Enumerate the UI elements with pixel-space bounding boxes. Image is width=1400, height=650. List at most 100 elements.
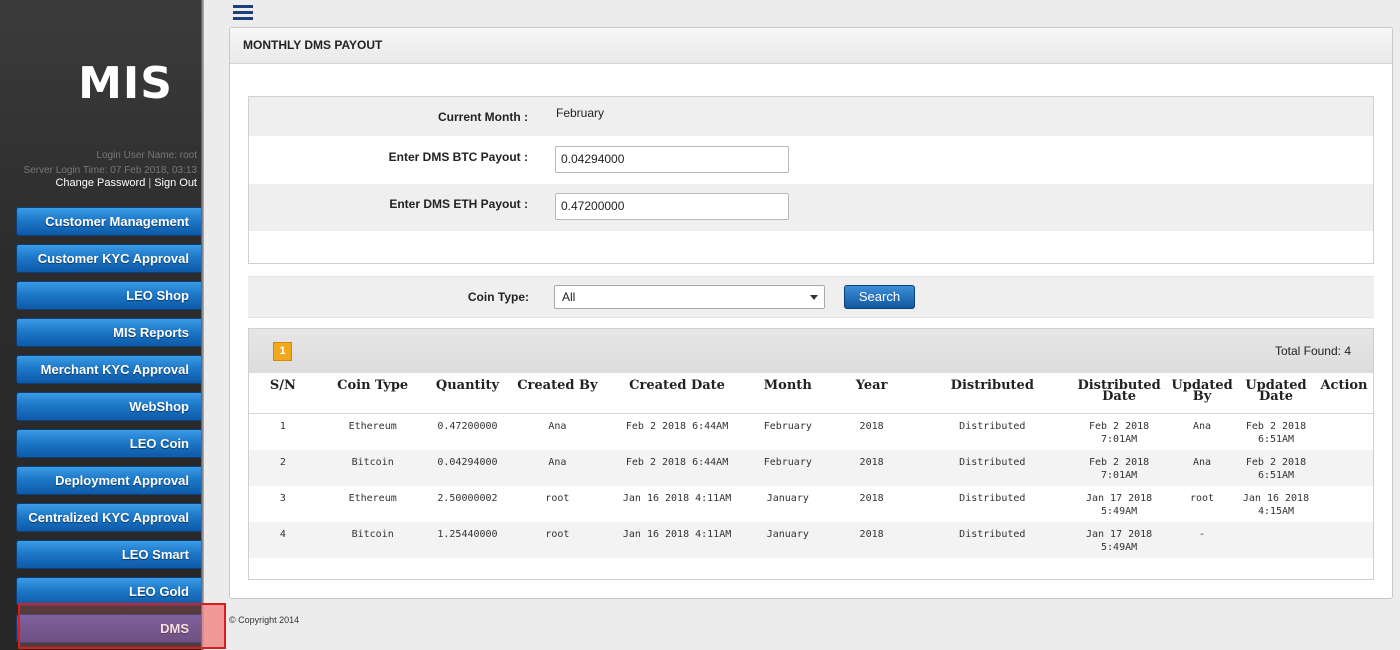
login-user-name: Login User Name: root [96,150,197,161]
sign-out-link[interactable]: Sign Out [154,177,197,189]
table-cell: Ana [548,456,567,468]
table-cell: 2018 [859,456,884,468]
table-cell: Bitcoin [351,528,394,540]
table-header-row: S/N Coin Type Quantity Created By Create… [249,373,1373,414]
table-cell: - [1199,528,1206,540]
total-found: Total Found: 4 [1274,344,1351,358]
hamburger-menu-icon[interactable] [233,5,253,22]
table-cell: Jan 16 2018 4:11AM [622,492,732,504]
table-cell: 2018 [859,492,884,504]
table-row: 4 Bitcoin 1.25440000 root Jan 16 2018 4:… [249,521,1373,558]
table-cell: 0.47200000 [437,420,498,432]
table-cell: January [766,528,809,540]
table-cell: Feb 2 2018 7:01AM [1088,456,1150,481]
column-header: Updated By [1167,373,1238,414]
active-item-highlight [18,603,226,649]
table-cell: Ethereum [348,492,397,504]
btc-payout-row: Enter DMS BTC Payout : 0.04294000 [249,136,1373,184]
sidebar-item-merchant-kyc-approval[interactable]: Merchant KYC Approval [16,355,201,384]
table-cell: Distributed [959,420,1026,432]
table-cell: Feb 2 2018 6:44AM [625,456,729,468]
coin-type-selected: All [562,290,576,304]
table-cell: 1 [279,420,286,432]
eth-payout-label: Enter DMS ETH Payout : [389,197,528,211]
table-cell: Distributed [959,492,1026,504]
sidebar-item-customer-management[interactable]: Customer Management [16,207,201,236]
current-month-label: Current Month : [438,110,528,124]
sidebar-item-mis-reports[interactable]: MIS Reports [16,318,201,347]
table-cell: 3 [279,492,286,504]
table-cell [1315,413,1373,450]
coin-type-label: Coin Type: [467,290,529,304]
page-title: MONTHLY DMS PAYOUT [230,28,1392,64]
chevron-down-icon [810,295,818,300]
payout-form: Current Month : February Enter DMS BTC P… [248,96,1374,264]
sidebar-item-leo-coin[interactable]: LEO Coin [16,429,201,458]
current-month-value: February [556,106,605,120]
table-cell: root [1190,492,1215,504]
table-cell: 2018 [859,528,884,540]
table-cell [1315,522,1373,558]
search-button[interactable]: Search [844,285,915,309]
change-password-link[interactable]: Change Password [55,177,145,189]
table-cell: 2 [279,456,286,468]
account-links: Change Password | Sign Out [55,177,197,189]
table-cell: Ethereum [348,420,397,432]
sidebar-item-leo-smart[interactable]: LEO Smart [16,540,201,569]
table-cell: Ana [548,420,567,432]
table-cell: February [763,456,812,468]
btc-payout-label: Enter DMS BTC Payout : [388,150,528,164]
current-month-row: Current Month : February [249,97,1373,136]
eth-payout-input[interactable]: 0.47200000 [555,193,789,220]
table-row: 3 Ethereum 2.50000002 root Jan 16 2018 4… [249,486,1373,522]
main-panel: MONTHLY DMS PAYOUT Current Month : Febru… [229,27,1393,599]
column-header: Created By [506,373,609,414]
column-header: Year [829,373,914,414]
server-login-time: Server Login Time: 07 Feb 2018, 03:13 [23,165,197,176]
table-cell: 2018 [859,420,884,432]
table-cell [1237,522,1315,558]
table-cell: root [545,528,570,540]
column-header: Distributed Date [1071,373,1168,414]
payout-table: S/N Coin Type Quantity Created By Create… [249,373,1373,558]
column-header: Updated Date [1237,373,1315,414]
sidebar-edge [201,0,204,650]
sidebar-item-webshop[interactable]: WebShop [16,392,201,421]
table-cell: Distributed [959,456,1026,468]
table-cell: Jan 17 2018 5:49AM [1085,528,1153,553]
sidebar-item-deployment-approval[interactable]: Deployment Approval [16,466,201,495]
login-info: Login User Name: root Server Login Time:… [24,148,197,178]
table-cell: Bitcoin [351,456,394,468]
table-row: 2 Bitcoin 0.04294000 Ana Feb 2 2018 6:44… [249,449,1373,486]
table-cell: Jan 16 2018 4:11AM [622,528,732,540]
column-header: Created Date [608,373,746,414]
table-cell: Feb 2 2018 7:01AM [1088,420,1150,445]
page-button[interactable]: 1 [273,342,292,361]
sidebar-item-leo-shop[interactable]: LEO Shop [16,281,201,310]
table-cell: February [763,420,812,432]
sidebar: MIS Login User Name: root Server Login T… [0,0,201,650]
sidebar-item-customer-kyc-approval[interactable]: Customer KYC Approval [16,244,201,273]
coin-type-select[interactable]: All [554,285,825,309]
table-cell: Feb 2 2018 6:51AM [1245,420,1307,445]
eth-payout-row: Enter DMS ETH Payout : 0.47200000 [249,184,1373,231]
table-cell: Feb 2 2018 6:44AM [625,420,729,432]
copyright-footer: © Copyright 2014 [229,615,300,625]
sidebar-item-leo-gold[interactable]: LEO Gold [16,577,201,606]
sidebar-menu: Customer Management Customer KYC Approva… [16,207,201,650]
column-header: S/N [249,373,317,414]
table-cell: 0.04294000 [437,456,498,468]
sidebar-item-centralized-kyc-approval[interactable]: Centralized KYC Approval [16,503,201,532]
table-cell: Distributed [959,528,1026,540]
btc-payout-input[interactable]: 0.04294000 [555,146,789,173]
table-cell: Ana [1193,420,1212,432]
table-cell: January [766,492,809,504]
table-cell: 1.25440000 [437,528,498,540]
column-header: Quantity [428,373,507,414]
table-cell: Ana [1193,456,1212,468]
table-cell [1315,486,1373,522]
column-header: Distributed [913,373,1072,414]
column-header: Action [1314,373,1373,414]
grid-toolbar: 1 Total Found: 4 [249,329,1373,373]
filter-bar: Coin Type: All Search [248,276,1374,318]
